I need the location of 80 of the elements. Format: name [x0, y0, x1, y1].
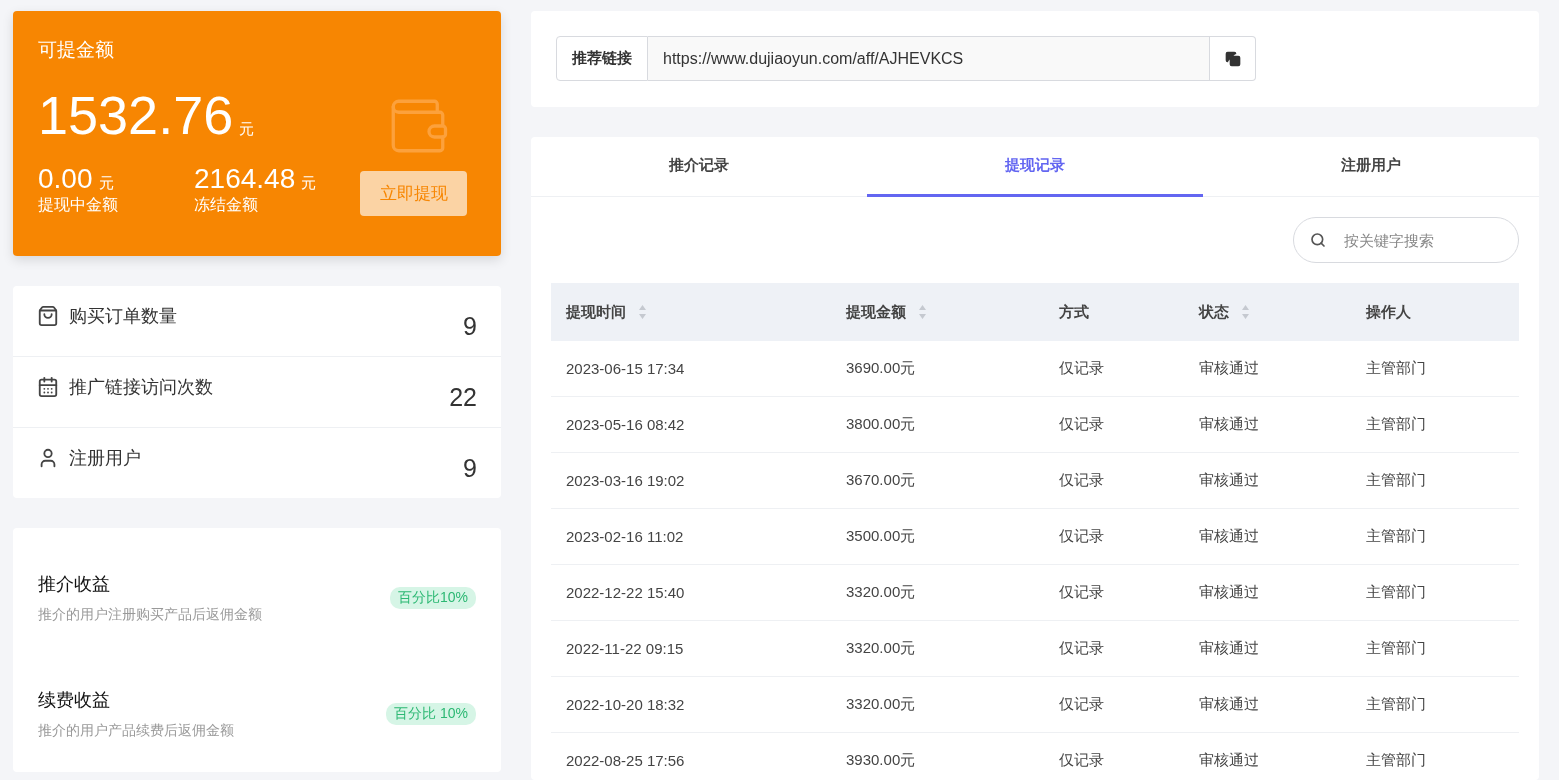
- link-field[interactable]: https://www.dujiaoyun.com/aff/AJHEVKCS: [648, 36, 1210, 81]
- earning-description: 推介的用户注册购买产品后返佣金额: [38, 606, 263, 624]
- table-cell-text: 2023-03-16 19:02: [566, 472, 686, 489]
- percentage-badge: 百分比 10%: [386, 703, 476, 725]
- column-header: 提现金额: [846, 302, 906, 322]
- percentage-badge: 百分比10%: [389, 587, 476, 609]
- table-cell-text: 3320.00元: [846, 695, 917, 714]
- table-cell-text: 审核通过: [1199, 415, 1260, 434]
- stat-label: 提现中金额: [38, 195, 119, 215]
- stat-amount: 0.00: [38, 163, 93, 195]
- column-header: 提现时间: [566, 302, 626, 322]
- table-cell-text: 主管部门: [1366, 359, 1427, 378]
- earning-title: 推介收益: [38, 573, 111, 596]
- table-cell-text: 主管部门: [1366, 471, 1427, 490]
- table-cell-text: 2023-05-16 08:42: [566, 416, 686, 433]
- sort-icon[interactable]: [638, 304, 647, 320]
- stat-label: 冻结金额: [194, 195, 259, 215]
- table-cell-text: 仅记录: [1059, 471, 1105, 490]
- stat-value: 9: [463, 311, 477, 341]
- currency-unit: 元: [239, 120, 255, 139]
- table-cell-text: 审核通过: [1199, 527, 1260, 546]
- column-header: 方式: [1059, 302, 1089, 322]
- table-cell-text: 2022-10-20 18:32: [566, 696, 686, 713]
- table-cell-text: 3690.00元: [846, 359, 917, 378]
- table-cell-text: 2023-06-15 17:34: [566, 360, 686, 377]
- tab[interactable]: 提现记录: [867, 137, 1203, 197]
- search-icon: [1310, 232, 1326, 248]
- column-header: 状态: [1199, 302, 1229, 322]
- column-header: 操作人: [1366, 302, 1411, 322]
- earning-description: 推介的用户产品续费后返佣金额: [38, 722, 235, 740]
- card-title: 可提金额: [38, 38, 115, 62]
- copy-icon: [1224, 50, 1241, 67]
- stat-amount: 2164.48: [194, 163, 296, 195]
- table-cell-text: 3500.00元: [846, 527, 917, 546]
- stat-value: 22: [449, 382, 477, 412]
- currency-unit: 元: [301, 174, 317, 193]
- sort-icon[interactable]: [1241, 304, 1250, 320]
- stat-value: 9: [463, 453, 477, 483]
- table-cell-text: 2022-12-22 15:40: [566, 584, 686, 601]
- table-cell-text: 仅记录: [1059, 415, 1105, 434]
- table-cell-text: 仅记录: [1059, 639, 1105, 658]
- table-cell-text: 审核通过: [1199, 359, 1260, 378]
- search-field[interactable]: 按关键字搜索: [1293, 217, 1519, 263]
- table-cell-text: 主管部门: [1366, 751, 1427, 770]
- copy-button[interactable]: [1210, 36, 1256, 81]
- earning-title: 续费收益: [38, 689, 111, 712]
- table-cell-text: 主管部门: [1366, 415, 1427, 434]
- table-cell-text: 审核通过: [1199, 751, 1260, 770]
- table-cell-text: 3670.00元: [846, 471, 917, 490]
- table-cell-text: 3930.00元: [846, 751, 917, 770]
- table-cell-text: 3320.00元: [846, 583, 917, 602]
- calendar-icon: [37, 376, 59, 398]
- currency-unit: 元: [98, 174, 114, 193]
- balance-amount: 1532.76: [38, 85, 234, 145]
- table-cell-text: 主管部门: [1366, 527, 1427, 546]
- table-cell-text: 3320.00元: [846, 639, 917, 658]
- stat-label: 购买订单数量: [69, 305, 178, 328]
- table-cell-text: 仅记录: [1059, 751, 1105, 770]
- stat-label: 注册用户: [69, 447, 142, 470]
- table-cell-text: 2022-11-22 09:15: [566, 640, 685, 657]
- link-label: 推荐链接: [556, 36, 648, 81]
- table-cell-text: 主管部门: [1366, 639, 1427, 658]
- table-cell-text: 2022-08-25 17:56: [566, 752, 686, 769]
- table-cell-text: 审核通过: [1199, 471, 1260, 490]
- table-cell-text: 仅记录: [1059, 527, 1105, 546]
- sort-icon[interactable]: [918, 304, 927, 320]
- table-cell-text: 主管部门: [1366, 583, 1427, 602]
- table-cell-text: 仅记录: [1059, 359, 1105, 378]
- table-cell-text: 3800.00元: [846, 415, 917, 434]
- table-cell-text: 审核通过: [1199, 639, 1260, 658]
- table-cell-text: 仅记录: [1059, 583, 1105, 602]
- table-cell-text: 2023-02-16 11:02: [566, 528, 685, 545]
- tab[interactable]: 注册用户: [1203, 137, 1539, 197]
- table-cell-text: 主管部门: [1366, 695, 1427, 714]
- tab[interactable]: 推介记录: [531, 137, 867, 197]
- table-cell-text: 仅记录: [1059, 695, 1105, 714]
- table-cell-text: 审核通过: [1199, 695, 1260, 714]
- table-cell-text: 审核通过: [1199, 583, 1260, 602]
- stat-label: 推广链接访问次数: [69, 376, 214, 399]
- shopping-bag-icon: [37, 305, 59, 327]
